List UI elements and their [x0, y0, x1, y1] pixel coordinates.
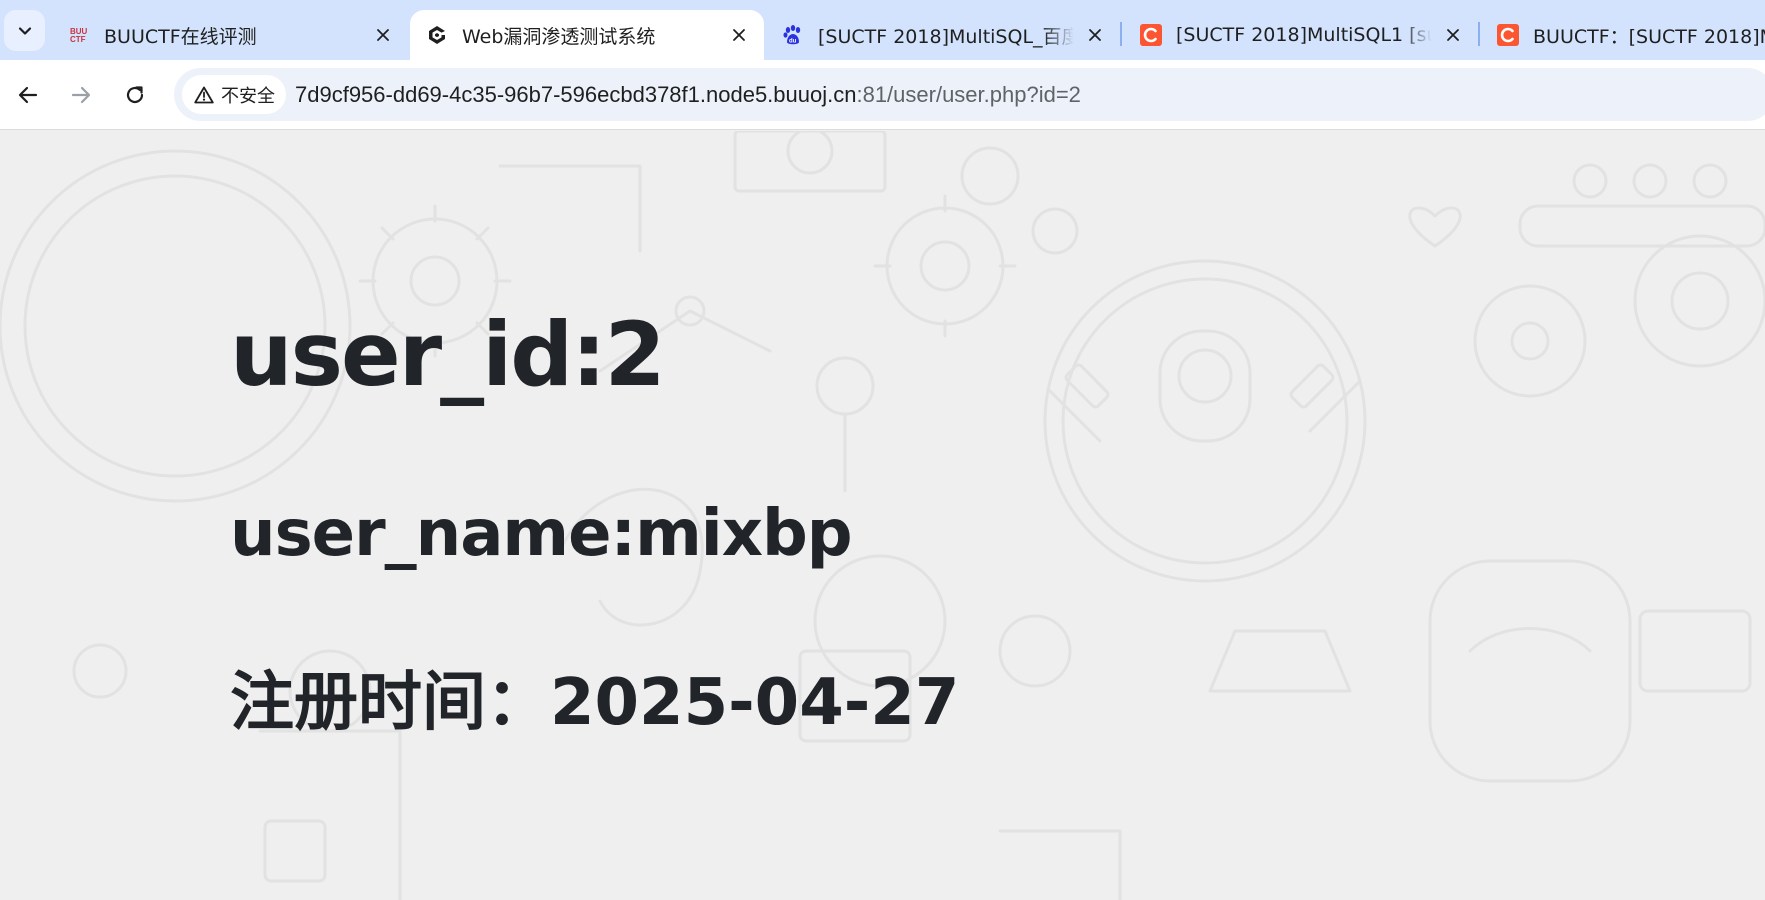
tab-separator: [1478, 22, 1480, 46]
svg-text:CTF: CTF: [70, 35, 86, 44]
reload-button[interactable]: [119, 79, 151, 111]
url-host: 7d9cf956-dd69-4c35-96b7-596ecbd378f1.nod…: [295, 82, 857, 107]
user-id-heading: user_id:2: [230, 303, 666, 406]
arrow-right-icon: [71, 86, 91, 104]
close-icon[interactable]: [728, 24, 750, 46]
close-icon[interactable]: [1084, 24, 1106, 46]
tab-separator: [1120, 22, 1122, 46]
tab-title: BUUCTF在线评测: [104, 25, 257, 48]
tab-title: [SUCTF 2018]MultiSQL_百度搜索: [818, 25, 1074, 48]
tab-buuctf[interactable]: BUU CTF BUUCTF在线评测: [52, 10, 408, 60]
chevron-down-icon: [18, 26, 31, 35]
user-name-heading: user_name:mixbp: [230, 497, 853, 571]
tab-search-button[interactable]: [4, 10, 45, 51]
tab-csdn-buuctf-multisql[interactable]: BUUCTF：[SUCTF 2018]MultiSQL: [1481, 10, 1765, 60]
url-text[interactable]: 7d9cf956-dd69-4c35-96b7-596ecbd378f1.nod…: [295, 68, 1081, 121]
tab-strip: BUU CTF BUUCTF在线评测 Web漏洞渗透测试系统 du [SUCTF…: [0, 0, 1765, 60]
tab-title: [SUCTF 2018]MultiSQL1 [suctf: [1176, 24, 1432, 46]
url-path: :81/user/user.php?id=2: [856, 82, 1081, 107]
baidu-paw-icon: du: [782, 24, 804, 46]
security-chip[interactable]: 不安全: [182, 75, 286, 114]
warning-triangle-icon: [194, 86, 214, 103]
arrow-left-icon: [18, 86, 38, 104]
reload-icon: [126, 86, 144, 104]
tab-title: BUUCTF：[SUCTF 2018]MultiSQL: [1533, 25, 1765, 48]
forward-button[interactable]: [65, 79, 97, 111]
register-time-heading: 注册时间：2025-04-27: [230, 666, 960, 740]
browser-toolbar: 不安全 7d9cf956-dd69-4c35-96b7-596ecbd378f1…: [0, 60, 1765, 130]
csdn-c-icon: [1497, 24, 1519, 46]
address-bar[interactable]: 不安全 7d9cf956-dd69-4c35-96b7-596ecbd378f1…: [174, 68, 1765, 121]
security-chip-label: 不安全: [221, 85, 275, 107]
back-button[interactable]: [12, 79, 44, 111]
close-icon[interactable]: [372, 24, 394, 46]
svg-text:du: du: [789, 39, 797, 45]
csdn-c-icon: [1140, 24, 1162, 46]
app-logo-icon: [426, 24, 448, 46]
tab-csdn-multisql1[interactable]: [SUCTF 2018]MultiSQL1 [suctf: [1124, 10, 1478, 60]
close-icon[interactable]: [1442, 24, 1464, 46]
tab-title: Web漏洞渗透测试系统: [462, 25, 656, 48]
page-viewport: user_id:2 user_name:mixbp 注册时间：2025-04-2…: [0, 131, 1765, 900]
tab-web-vuln-system[interactable]: Web漏洞渗透测试系统: [410, 10, 764, 60]
buuctf-logo-icon: BUU CTF: [68, 24, 90, 46]
tab-baidu-search[interactable]: du [SUCTF 2018]MultiSQL_百度搜索: [766, 10, 1120, 60]
